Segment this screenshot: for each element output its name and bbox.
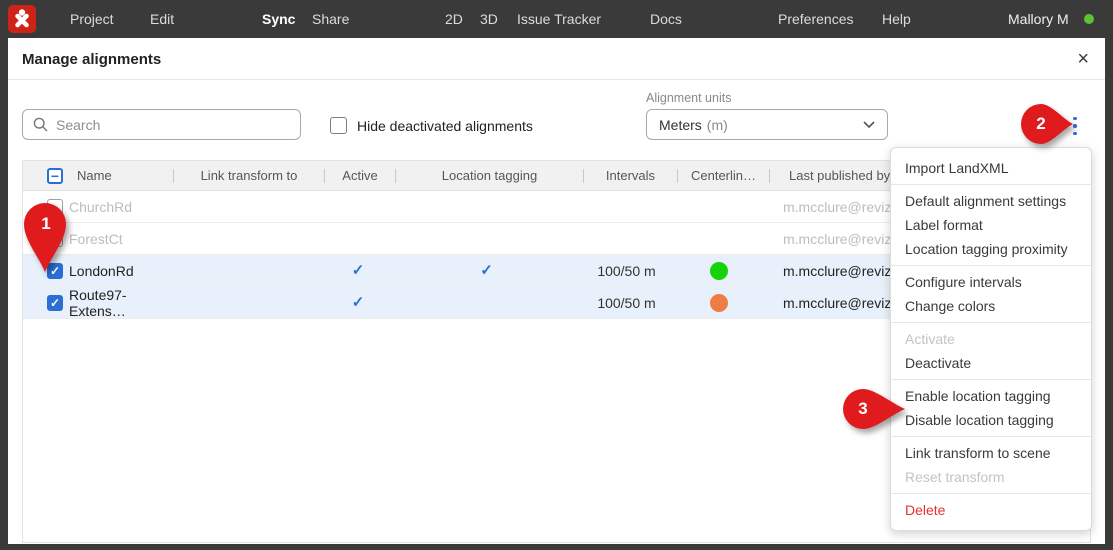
menu-help[interactable]: Help bbox=[882, 0, 911, 38]
menu-item-link-transform-to-scene[interactable]: Link transform to scene bbox=[891, 441, 1091, 465]
search-icon bbox=[33, 117, 48, 132]
active-check-icon: ✓ bbox=[352, 262, 365, 279]
menu-item-label-format[interactable]: Label format bbox=[891, 213, 1091, 237]
col-header-name: Name bbox=[63, 168, 173, 183]
menu-item-disable-location-tagging[interactable]: Disable location tagging bbox=[891, 408, 1091, 432]
menu-item-configure-intervals[interactable]: Configure intervals bbox=[891, 270, 1091, 294]
units-selected-value: Meters bbox=[659, 117, 702, 133]
alignment-name: LondonRd bbox=[63, 263, 173, 279]
alignment-units-label: Alignment units bbox=[646, 91, 731, 105]
menu-project[interactable]: Project bbox=[70, 0, 114, 38]
row-checkbox[interactable] bbox=[47, 231, 63, 247]
row-checkbox-checked[interactable]: ✓ bbox=[47, 263, 63, 279]
col-header-centerline: Centerlin… bbox=[678, 168, 769, 183]
menu-item-delete[interactable]: Delete bbox=[891, 498, 1091, 522]
menu-edit[interactable]: Edit bbox=[150, 0, 174, 38]
menu-item-reset-transform: Reset transform bbox=[891, 465, 1091, 489]
menu-item-location-tagging-proximity[interactable]: Location tagging proximity bbox=[891, 237, 1091, 261]
menu-share[interactable]: Share bbox=[312, 0, 349, 38]
dialog-title: Manage alignments bbox=[22, 51, 161, 68]
menu-2d[interactable]: 2D bbox=[445, 0, 463, 38]
menu-item-activate: Activate bbox=[891, 327, 1091, 351]
search-input[interactable] bbox=[56, 117, 300, 133]
active-check-icon: ✓ bbox=[352, 294, 365, 311]
app-window: Project Edit Sync Share 2D 3D Issue Trac… bbox=[0, 0, 1113, 550]
alignment-name: Route97-Extens… bbox=[63, 287, 173, 319]
centerline-color-dot bbox=[710, 294, 728, 312]
hide-deactivated-label[interactable]: Hide deactivated alignments bbox=[357, 118, 533, 134]
chevron-down-icon bbox=[863, 121, 875, 129]
menu-item-change-colors[interactable]: Change colors bbox=[891, 294, 1091, 318]
user-status-dot bbox=[1084, 14, 1094, 24]
menu-item-import-landxml[interactable]: Import LandXML bbox=[891, 156, 1091, 180]
location-tagging-check-icon: ✓ bbox=[480, 262, 493, 279]
centerline-color-dot bbox=[710, 262, 728, 280]
alignment-name: ChurchRd bbox=[63, 199, 173, 215]
close-icon[interactable]: × bbox=[1077, 47, 1089, 71]
menu-preferences[interactable]: Preferences bbox=[778, 0, 853, 38]
row-checkbox-checked[interactable]: ✓ bbox=[47, 295, 63, 311]
top-menu-bar: Project Edit Sync Share 2D 3D Issue Trac… bbox=[0, 0, 1113, 38]
hide-deactivated-checkbox[interactable] bbox=[330, 117, 347, 134]
col-header-location-tagging: Location tagging bbox=[396, 168, 583, 183]
select-all-checkbox[interactable]: − bbox=[47, 168, 63, 184]
col-header-link-transform: Link transform to bbox=[174, 168, 324, 183]
menu-item-default-alignment-settings[interactable]: Default alignment settings bbox=[891, 189, 1091, 213]
units-selected-suffix: (m) bbox=[707, 117, 728, 133]
menu-item-enable-location-tagging[interactable]: Enable location tagging bbox=[891, 384, 1091, 408]
header-divider bbox=[8, 79, 1105, 80]
menu-item-deactivate[interactable]: Deactivate bbox=[891, 351, 1091, 375]
search-field bbox=[22, 109, 301, 140]
alignment-units-select[interactable]: Meters (m) bbox=[646, 109, 888, 140]
menu-3d[interactable]: 3D bbox=[480, 0, 498, 38]
col-header-active: Active bbox=[325, 168, 395, 183]
user-menu[interactable]: Mallory M bbox=[1008, 0, 1069, 38]
menu-docs[interactable]: Docs bbox=[650, 0, 682, 38]
col-header-intervals: Intervals bbox=[584, 168, 677, 183]
alignment-name: ForestCt bbox=[63, 231, 173, 247]
hide-deactivated-control: Hide deactivated alignments bbox=[330, 117, 533, 134]
intervals-value: 100/50 m bbox=[580, 295, 673, 311]
row-checkbox[interactable] bbox=[47, 199, 63, 215]
kebab-menu-icon[interactable] bbox=[1067, 113, 1083, 139]
intervals-value: 100/50 m bbox=[580, 263, 673, 279]
menu-issue-tracker[interactable]: Issue Tracker bbox=[517, 0, 601, 38]
context-menu: Import LandXML Default alignment setting… bbox=[890, 147, 1092, 531]
manage-alignments-dialog: Manage alignments × Hide deactivated ali… bbox=[8, 38, 1105, 544]
app-logo-icon[interactable] bbox=[8, 5, 36, 33]
menu-sync[interactable]: Sync bbox=[262, 0, 295, 38]
